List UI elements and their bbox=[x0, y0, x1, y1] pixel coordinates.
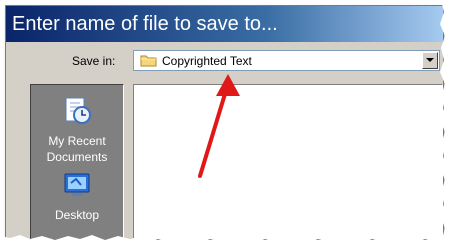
save-in-dropdown[interactable]: Copyrighted Text bbox=[133, 50, 440, 71]
recent-documents-icon bbox=[31, 95, 123, 131]
desktop-icon bbox=[31, 169, 123, 205]
chevron-down-icon[interactable] bbox=[422, 52, 438, 69]
places-item-desktop-label: Desktop bbox=[54, 208, 100, 222]
save-in-label: Save in: bbox=[72, 54, 116, 68]
folder-icon bbox=[140, 54, 157, 72]
dialog-title: Enter name of file to save to... bbox=[6, 6, 443, 42]
file-list[interactable] bbox=[133, 84, 443, 239]
places-item-recent[interactable]: My Recent Documents bbox=[31, 95, 123, 165]
save-dialog: Enter name of file to save to... Save in… bbox=[5, 5, 444, 240]
save-in-value: Copyrighted Text bbox=[162, 54, 252, 68]
places-bar: My Recent Documents Desktop bbox=[30, 84, 124, 239]
places-item-desktop[interactable]: Desktop bbox=[31, 169, 123, 223]
places-item-recent-label: My Recent Documents bbox=[46, 134, 108, 164]
